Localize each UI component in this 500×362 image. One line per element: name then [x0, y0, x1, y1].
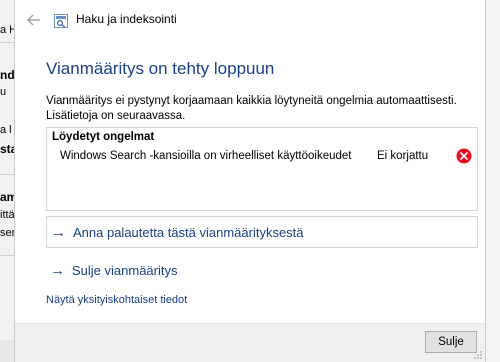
close-troubleshooter-link[interactable]: → Sulje vianmääritys — [46, 254, 478, 286]
dialog-footer: Sulje — [15, 323, 485, 362]
give-feedback-link[interactable]: → Anna palautetta tästä vianmäärityksest… — [46, 216, 478, 248]
found-problems-box: Löydetyt ongelmat Windows Search -kansio… — [46, 127, 478, 211]
page-title: Vianmääritys on tehty loppuun — [46, 59, 275, 78]
view-detailed-info-link[interactable]: Näytä yksityiskohtaiset tiedot — [46, 294, 187, 306]
back-button[interactable] — [23, 10, 45, 30]
error-icon — [456, 148, 472, 164]
give-feedback-label: Anna palautetta tästä vianmäärityksestä — [73, 224, 304, 240]
problem-name: Windows Search -kansioilla on virheellis… — [60, 150, 352, 162]
problem-row[interactable]: Windows Search -kansioilla on virheellis… — [47, 146, 477, 168]
background-text: ittä — [0, 209, 15, 221]
right-arrow-icon: → — [50, 261, 65, 279]
background-window-right — [486, 0, 500, 362]
title-bar: Haku ja indeksointi — [15, 0, 485, 40]
problem-status: Ei korjattu — [377, 150, 429, 162]
troubleshooter-dialog: Haku ja indeksointi Vianmääritys on teht… — [14, 0, 486, 362]
background-text: ser — [0, 227, 16, 239]
background-text: a l — [0, 124, 12, 136]
close-button[interactable]: Sulje — [425, 331, 477, 353]
resize-grip-icon[interactable] — [473, 350, 483, 360]
back-arrow-icon — [27, 14, 40, 26]
search-indexing-icon — [54, 14, 68, 28]
background-text: u — [0, 86, 7, 98]
description-text: Vianmääritys ei pystynyt korjaamaan kaik… — [46, 95, 457, 122]
window-title: Haku ja indeksointi — [76, 12, 177, 26]
found-problems-header: Löydetyt ongelmat — [52, 131, 155, 143]
right-arrow-icon: → — [51, 223, 66, 241]
close-troubleshooter-label: Sulje vianmääritys — [72, 262, 178, 278]
background-text: nd — [0, 68, 15, 82]
